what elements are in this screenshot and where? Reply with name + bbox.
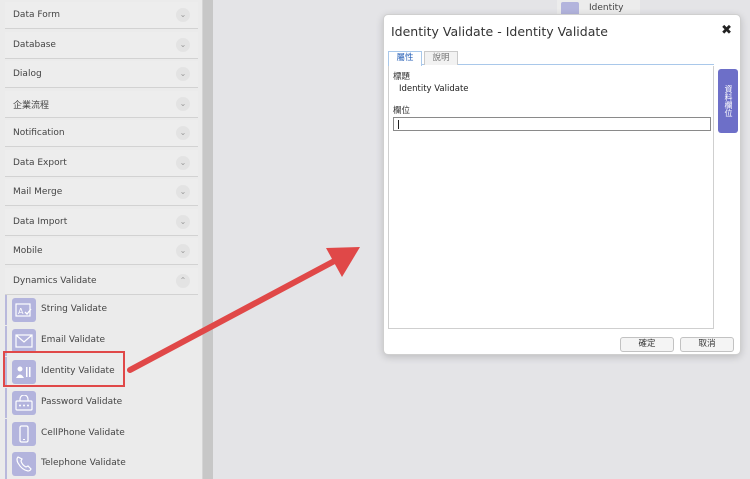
tab-description[interactable]: 說明 xyxy=(424,51,458,65)
cancel-button[interactable]: 取消 xyxy=(680,337,734,352)
text-caret xyxy=(398,120,399,129)
identity-validate-dialog: Identity Validate - Identity Validate ✖ … xyxy=(383,14,741,355)
data-field-side-tab[interactable]: 資料欄位 xyxy=(718,69,738,133)
dialog-title: Identity Validate - Identity Validate xyxy=(391,24,608,39)
dialog-tabs: 屬性 說明 xyxy=(388,51,714,66)
properties-panel: 標題 Identity Validate 欄位 xyxy=(388,66,714,329)
ok-button[interactable]: 確定 xyxy=(620,337,674,352)
title-value[interactable]: Identity Validate xyxy=(399,84,469,94)
tab-properties[interactable]: 屬性 xyxy=(388,51,422,66)
close-icon[interactable]: ✖ xyxy=(721,23,732,38)
field-label: 欄位 xyxy=(393,106,411,116)
title-label: 標題 xyxy=(393,72,411,82)
field-input[interactable] xyxy=(393,117,711,131)
